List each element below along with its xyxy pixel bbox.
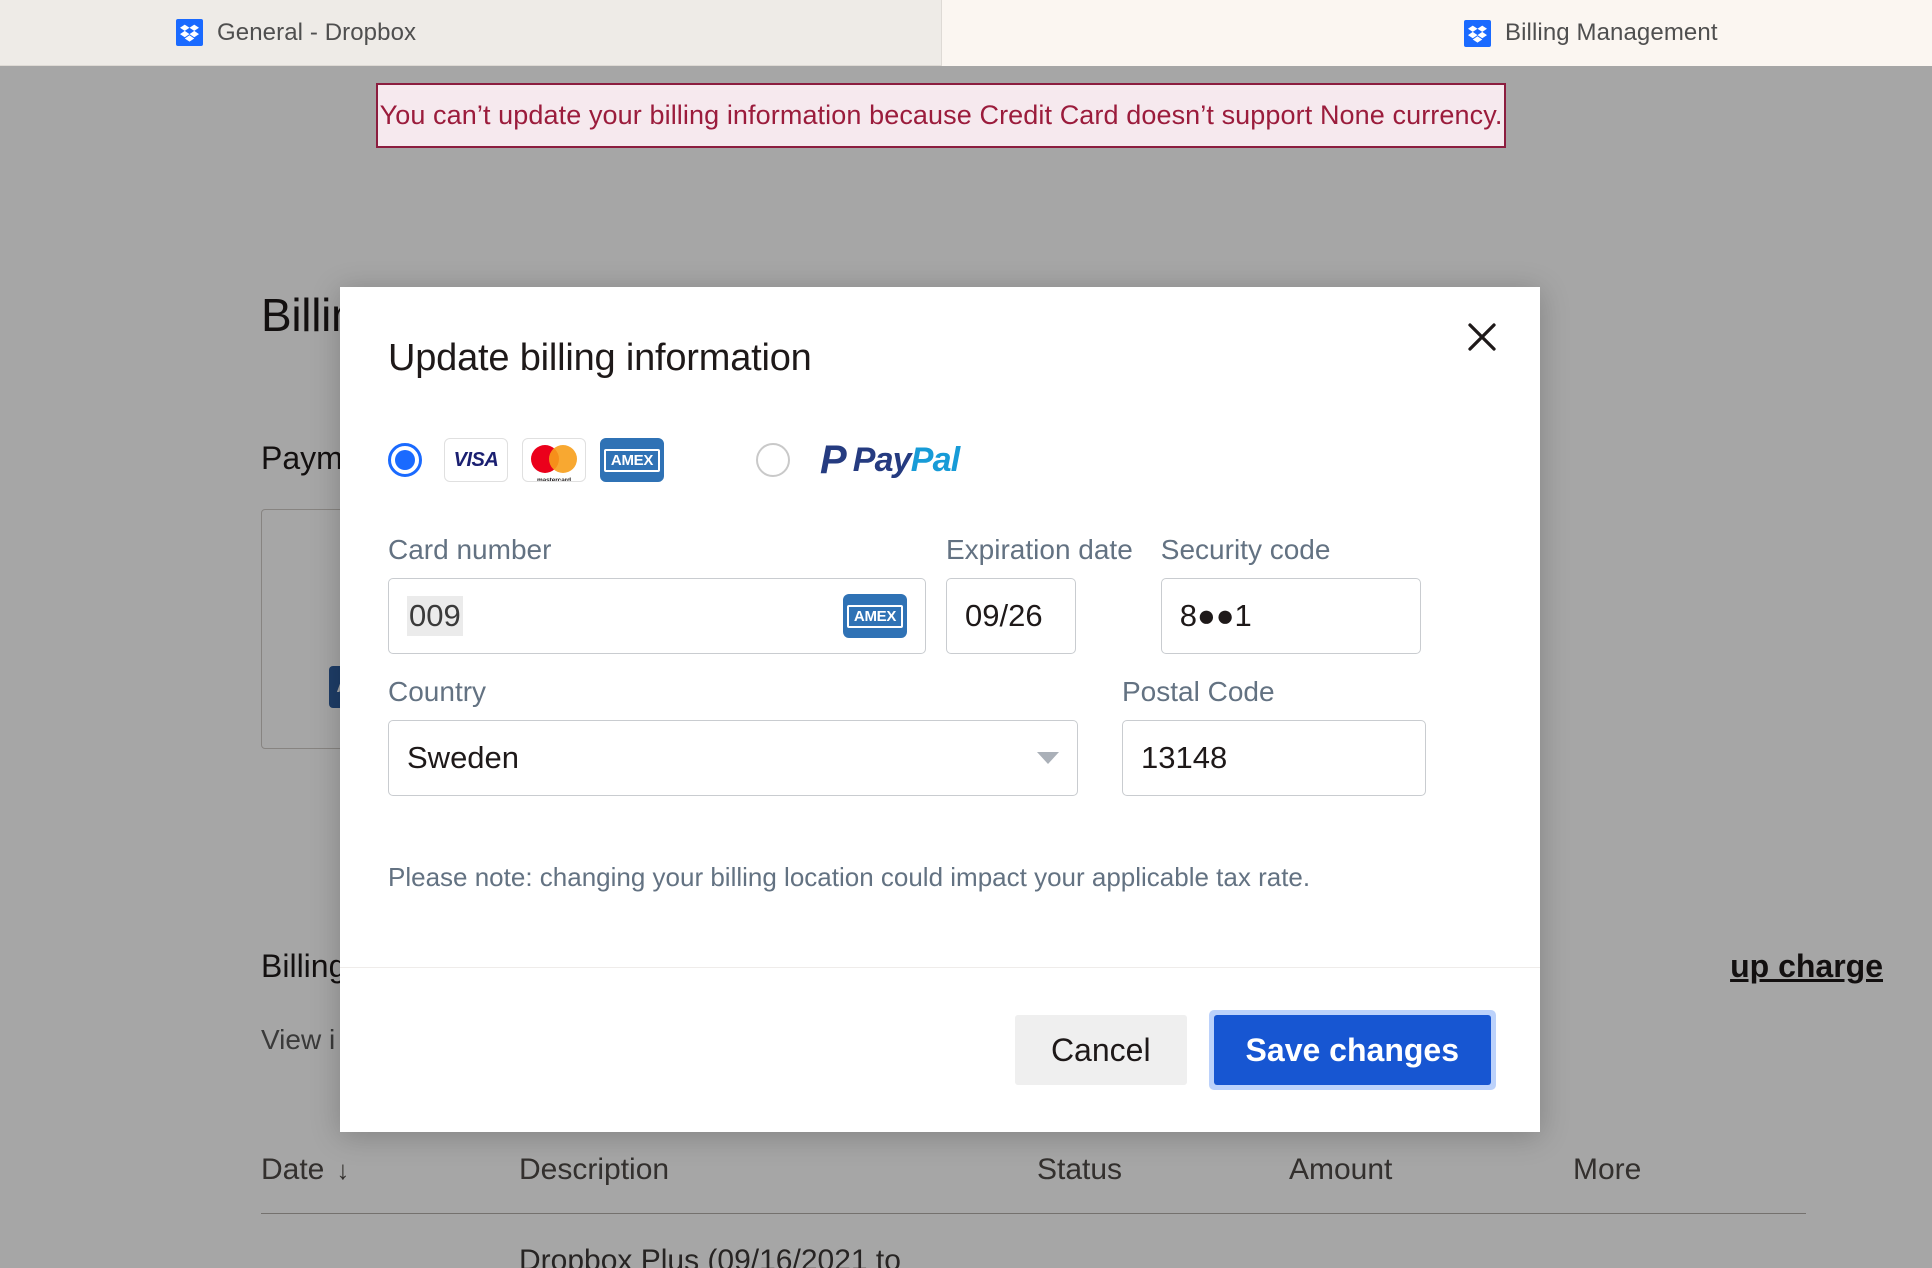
card-number-input[interactable]: 009 AMEX xyxy=(388,578,926,654)
browser-tab-title: Billing Management xyxy=(1505,19,1718,46)
cancel-button[interactable]: Cancel xyxy=(1014,1015,1187,1085)
browser-tab-title: General - Dropbox xyxy=(217,18,417,46)
chevron-down-icon xyxy=(1037,752,1059,764)
country-label: Country xyxy=(388,676,487,707)
postal-code-label: Postal Code xyxy=(1122,676,1275,707)
radio-paypal[interactable] xyxy=(756,443,790,477)
postal-code-input[interactable]: 13148 xyxy=(1122,720,1426,796)
security-code-label: Security code xyxy=(1160,534,1331,565)
dialog-title: Update billing information xyxy=(388,337,812,379)
browser-tab-strip: General - Dropbox Billing Management xyxy=(0,0,1932,66)
mastercard-icon: mastercard xyxy=(522,438,586,482)
credit-card-brand-badges: VISA mastercard AMEX xyxy=(444,438,678,482)
expiration-date-value: 09/26 xyxy=(965,598,1043,633)
expiration-date-field-group: Expiration date 09/26 xyxy=(946,534,1133,654)
card-number-field-group: Card number 009 AMEX xyxy=(388,534,926,654)
visa-icon-label: VISA xyxy=(453,448,499,471)
dropbox-icon xyxy=(176,19,203,46)
security-code-field-group: Security code 8●●1 xyxy=(1160,534,1421,654)
mastercard-icon-label: mastercard xyxy=(536,477,572,482)
card-number-value: 009 xyxy=(407,596,463,636)
paypal-mark: P xyxy=(820,438,847,482)
error-banner: You can’t update your billing informatio… xyxy=(376,83,1506,148)
billing-location-row: Country Sweden Postal Code 13148 xyxy=(388,676,1492,796)
amex-icon: AMEX xyxy=(600,438,664,482)
dialog-body: Update billing information VISA masterca… xyxy=(340,287,1540,967)
card-number-label: Card number xyxy=(388,534,552,565)
radio-credit-card[interactable] xyxy=(388,443,422,477)
amex-icon-label: AMEX xyxy=(603,448,661,472)
save-button-focus-ring: Save changes xyxy=(1208,1010,1496,1090)
visa-icon: VISA xyxy=(444,438,508,482)
postal-code-field-group: Postal Code 13148 xyxy=(1122,676,1426,796)
save-changes-button[interactable]: Save changes xyxy=(1213,1015,1491,1085)
security-code-input[interactable]: 8●●1 xyxy=(1160,578,1421,654)
security-code-value: 8●●1 xyxy=(1179,598,1252,633)
expiration-date-input[interactable]: 09/26 xyxy=(946,578,1076,654)
country-select[interactable]: Sweden xyxy=(388,720,1078,796)
update-billing-information-dialog: Update billing information VISA masterca… xyxy=(340,287,1540,1132)
paypal-label-pay: Pay xyxy=(852,440,912,479)
mastercard-right-circle xyxy=(549,445,577,473)
postal-code-value: 13148 xyxy=(1141,740,1228,775)
browser-tab-billing-management[interactable]: Billing Management xyxy=(942,0,1932,66)
card-brand-amex-label: AMEX xyxy=(846,604,904,628)
browser-tab-general-dropbox[interactable]: General - Dropbox xyxy=(0,0,942,66)
paypal-option[interactable]: P Pay Pal xyxy=(756,438,960,482)
error-banner-message: You can’t update your billing informatio… xyxy=(379,100,1503,130)
country-field-group: Country Sweden xyxy=(388,676,1078,796)
payment-type-selector: VISA mastercard AMEX P Pay Pal xyxy=(388,432,1492,488)
card-details-row: Card number 009 AMEX Expiration date 09/… xyxy=(388,534,1492,654)
dialog-footer: Cancel Save changes xyxy=(340,967,1540,1132)
paypal-icon: P Pay Pal xyxy=(820,438,960,482)
tax-rate-note: Please note: changing your billing locat… xyxy=(388,862,1311,892)
card-brand-amex-icon: AMEX xyxy=(843,594,907,638)
paypal-label-pal: Pal xyxy=(910,440,960,479)
dropbox-icon xyxy=(1464,19,1491,47)
expiration-date-label: Expiration date xyxy=(946,534,1133,565)
country-value: Sweden xyxy=(407,740,520,775)
